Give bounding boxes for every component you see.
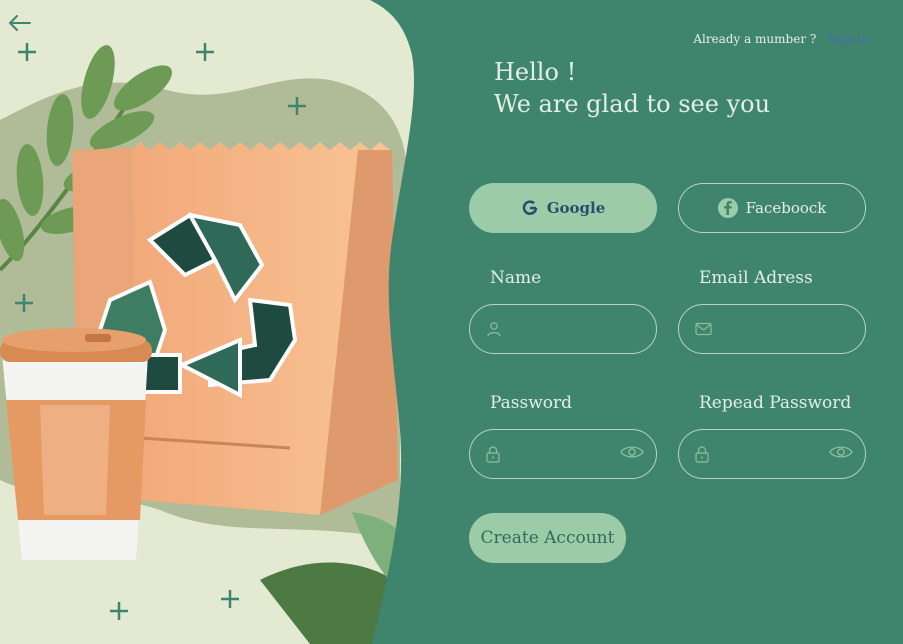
- facebook-icon: [717, 198, 738, 218]
- already-member-text: Already a mumber ?: [693, 32, 817, 46]
- greeting-line-2: We are glad to see you: [494, 90, 771, 118]
- greeting-line-1: Hello !: [494, 58, 577, 86]
- repeat-password-field[interactable]: [678, 429, 866, 479]
- user-icon: [486, 321, 502, 337]
- facebook-label: Faceboock: [745, 199, 827, 217]
- back-button[interactable]: [6, 10, 34, 36]
- lock-icon: [695, 445, 709, 463]
- eye-icon[interactable]: [829, 444, 853, 460]
- email-input[interactable]: [718, 313, 822, 345]
- repeat-password-input[interactable]: [715, 438, 819, 470]
- password-label: Password: [490, 393, 573, 413]
- facebook-signin-button[interactable]: Faceboock: [678, 183, 866, 233]
- google-label: Google: [546, 199, 606, 217]
- greeting: Hello ! We are glad to see you: [494, 56, 770, 120]
- coffee-cup: [0, 328, 152, 560]
- google-signin-button[interactable]: Google: [469, 183, 657, 233]
- name-label: Name: [490, 268, 542, 288]
- name-field[interactable]: [469, 304, 657, 354]
- eye-icon[interactable]: [620, 444, 644, 460]
- email-label: Email Adress: [699, 268, 813, 288]
- name-input[interactable]: [508, 313, 612, 345]
- signin-prompt: Already a mumber ? Sign in: [693, 32, 869, 46]
- repeat-password-label: Repead Password: [699, 393, 852, 413]
- sign-in-link[interactable]: Sign in: [826, 32, 869, 46]
- password-field[interactable]: [469, 429, 657, 479]
- create-account-button[interactable]: Create Account: [469, 513, 626, 563]
- arrow-left-icon: [8, 15, 31, 31]
- google-icon: [521, 199, 539, 217]
- email-field[interactable]: [678, 304, 866, 354]
- lock-icon: [486, 445, 500, 463]
- password-input[interactable]: [506, 438, 610, 470]
- mail-icon: [695, 322, 712, 336]
